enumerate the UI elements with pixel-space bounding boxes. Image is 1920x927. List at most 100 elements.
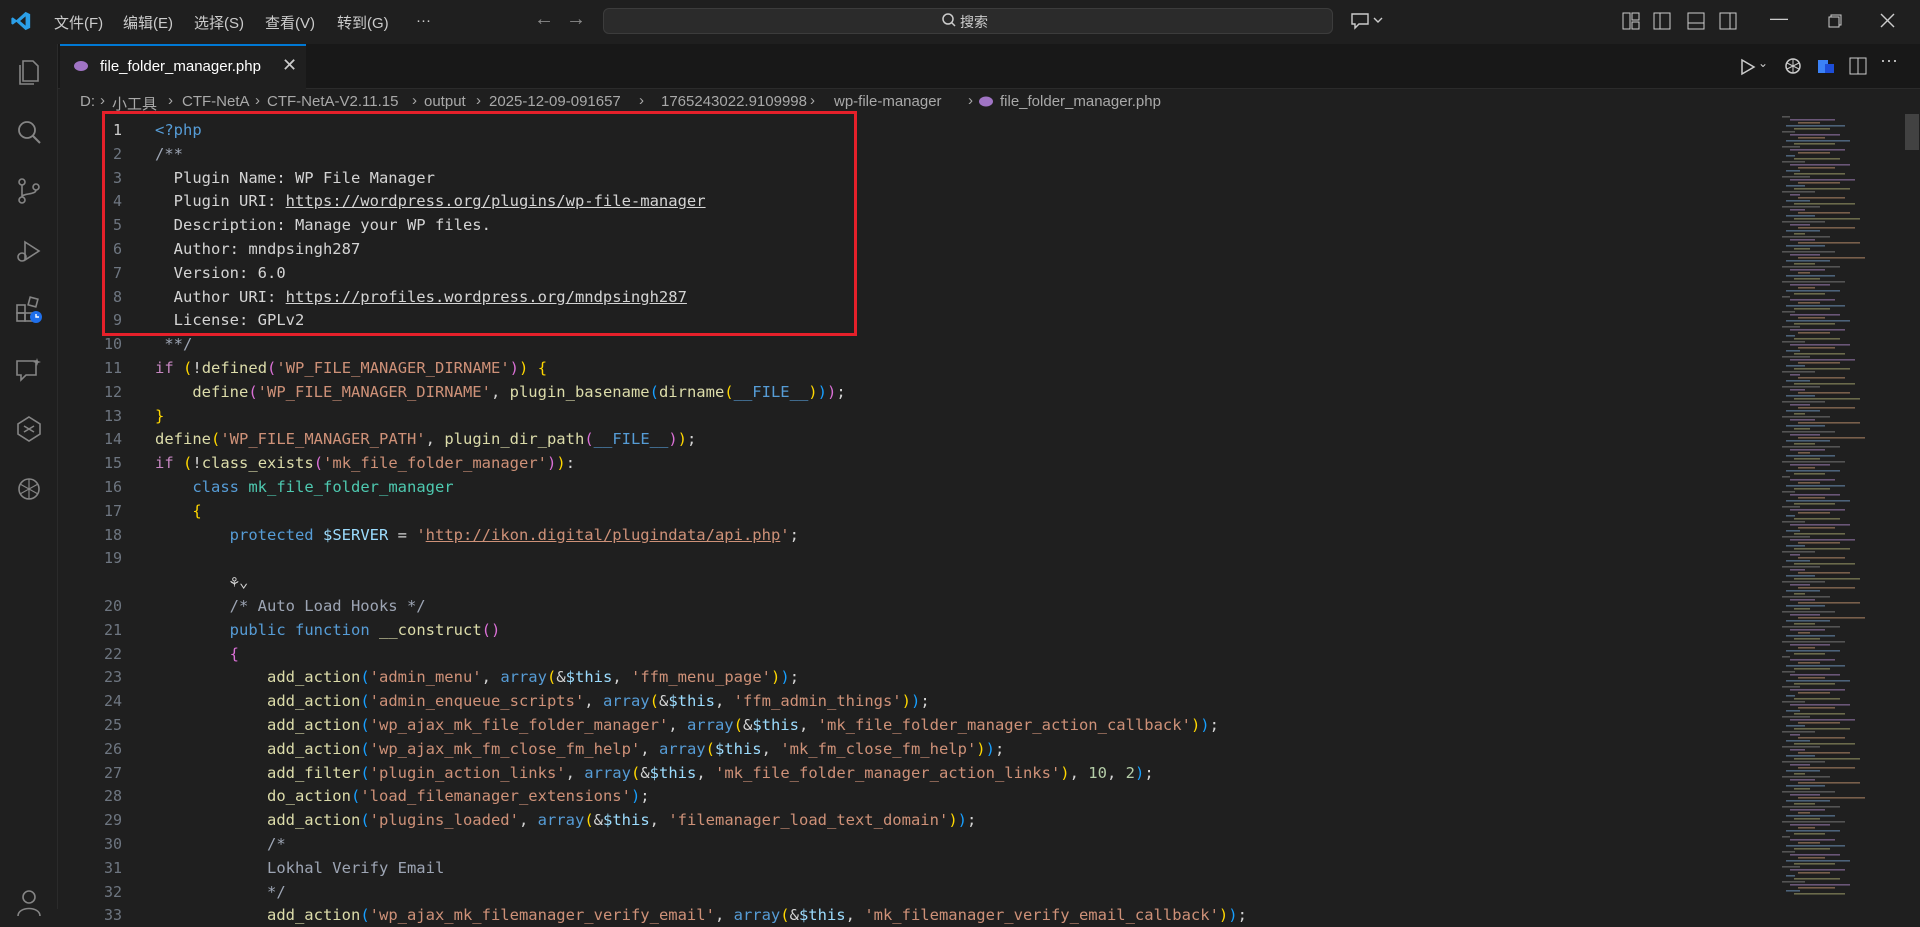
- minimap-line: [1794, 728, 1850, 730]
- code-line[interactable]: 25 add_action('wp_ajax_mk_file_folder_ma…: [58, 713, 1758, 737]
- minimap-line: [1786, 710, 1800, 712]
- minimap-line: [1790, 209, 1805, 211]
- code-line[interactable]: 26 add_action('wp_ajax_mk_fm_close_fm_he…: [58, 737, 1758, 761]
- code-line[interactable]: 32 */: [58, 880, 1758, 904]
- run-file-icon[interactable]: [1738, 57, 1758, 77]
- more-actions-icon[interactable]: ···: [1880, 50, 1898, 71]
- compare-icon[interactable]: [1816, 56, 1836, 76]
- copilot-icon[interactable]: [14, 414, 44, 444]
- minimap-line: [1782, 461, 1845, 463]
- run-and-debug-icon[interactable]: [14, 236, 44, 266]
- nav-back-icon[interactable]: ←: [534, 8, 554, 31]
- toggle-secondary-sidebar-icon[interactable]: [1719, 12, 1737, 30]
- tab-file-folder-manager[interactable]: file_folder_manager.php ✕: [60, 44, 306, 89]
- code-line[interactable]: 30 /*: [58, 832, 1758, 856]
- code-line[interactable]: 17 {: [58, 499, 1758, 523]
- code-line[interactable]: 29 add_action('plugins_loaded', array(&$…: [58, 808, 1758, 832]
- code-line[interactable]: 23 add_action('admin_menu', array(&$this…: [58, 665, 1758, 689]
- breadcrumb-item[interactable]: D:: [80, 93, 95, 110]
- line-number: 14: [103, 430, 122, 449]
- vscode-logo-icon[interactable]: [10, 10, 32, 32]
- split-editor-icon[interactable]: [1849, 57, 1867, 75]
- minimap-line: [1798, 317, 1825, 319]
- extensions-icon[interactable]: [14, 295, 44, 325]
- code-line[interactable]: 12 define('WP_FILE_MANAGER_DIRNAME', plu…: [58, 380, 1758, 404]
- menu-goto[interactable]: 转到(G): [337, 12, 389, 33]
- code-text: add_action('plugins_loaded', array(&$thi…: [266, 811, 977, 830]
- code-line[interactable]: 33 add_action('wp_ajax_mk_filemanager_ve…: [58, 903, 1758, 927]
- code-line[interactable]: 28 do_action('load_filemanager_extension…: [58, 784, 1758, 808]
- minimap-line: [1782, 521, 1805, 523]
- line-number: 24: [103, 692, 122, 711]
- menu-more[interactable]: ···: [416, 12, 431, 29]
- minimap-line: [1794, 818, 1820, 820]
- scrollbar-thumb[interactable]: [1905, 114, 1919, 150]
- menu-view[interactable]: 查看(V): [265, 12, 315, 33]
- code-line[interactable]: ⚘⌄: [58, 570, 1758, 594]
- code-line[interactable]: 13}: [58, 404, 1758, 428]
- toggle-primary-sidebar-icon[interactable]: [1653, 12, 1671, 30]
- code-line[interactable]: 19: [58, 546, 1758, 570]
- code-line[interactable]: 31 Lokhal Verify Email: [58, 856, 1758, 880]
- code-line[interactable]: 15 if (!class_exists('mk_file_folder_mana…: [58, 451, 1758, 475]
- minimap-line: [1790, 599, 1815, 601]
- minimap-line: [1782, 281, 1845, 283]
- close-tab-icon[interactable]: ✕: [282, 55, 297, 76]
- breadcrumb-item[interactable]: CTF-NetA: [182, 93, 250, 110]
- minimap-line: [1786, 155, 1795, 157]
- copilot-chat-icon[interactable]: [1350, 11, 1384, 31]
- minimap-line: [1794, 248, 1810, 250]
- code-line[interactable]: 27 add_filter('plugin_action_links', arr…: [58, 761, 1758, 785]
- minimap-line: [1786, 335, 1795, 337]
- code-line[interactable]: 16 class mk_file_folder_manager: [58, 475, 1758, 499]
- minimap-line: [1786, 635, 1835, 637]
- minimap-line: [1790, 569, 1805, 571]
- toggle-panel-icon[interactable]: [1687, 12, 1705, 30]
- php-file-icon: [74, 61, 88, 71]
- minimap-line: [1782, 731, 1815, 733]
- breadcrumb-item[interactable]: CTF-NetA-V2.11.15: [267, 93, 398, 110]
- minimap-line: [1794, 488, 1830, 490]
- menu-selection[interactable]: 选择(S): [194, 12, 244, 33]
- minimap-line: [1790, 119, 1835, 121]
- minimap-line: [1782, 776, 1830, 778]
- menu-file[interactable]: 文件(F): [54, 12, 103, 33]
- code-line[interactable]: 14 define('WP_FILE_MANAGER_PATH', plugin_…: [58, 427, 1758, 451]
- minimize-window-icon[interactable]: —: [1770, 8, 1788, 29]
- code-line[interactable]: 22 {: [58, 642, 1758, 666]
- restore-window-icon[interactable]: [1828, 14, 1842, 28]
- chat-icon[interactable]: [14, 355, 44, 385]
- chatgpt-icon[interactable]: [1783, 56, 1803, 76]
- close-window-icon[interactable]: [1880, 13, 1895, 28]
- openai-icon[interactable]: [14, 474, 44, 504]
- code-line[interactable]: 18 protected $SERVER = 'http://ikon.digi…: [58, 523, 1758, 547]
- code-line[interactable]: 21 public function __construct(): [58, 618, 1758, 642]
- breadcrumb-item[interactable]: file_folder_manager.php: [1000, 93, 1161, 110]
- minimap-line: [1794, 233, 1805, 235]
- nav-forward-icon[interactable]: →: [566, 8, 586, 31]
- minimap-line: [1790, 809, 1825, 811]
- source-control-icon[interactable]: [14, 176, 44, 206]
- minimap-line: [1782, 431, 1835, 433]
- search-view-icon[interactable]: [14, 117, 44, 147]
- breadcrumb-item[interactable]: output: [424, 93, 466, 110]
- code-line[interactable]: 24 add_action('admin_enqueue_scripts', a…: [58, 689, 1758, 713]
- account-icon[interactable]: [14, 886, 44, 916]
- line-number: 32: [103, 882, 122, 901]
- minimap-line: [1798, 782, 1860, 784]
- run-dropdown-icon[interactable]: ⌄: [1758, 56, 1768, 70]
- code-line[interactable]: 11 if (!defined('WP_FILE_MANAGER_DIRNAME'…: [58, 356, 1758, 380]
- minimap[interactable]: [1780, 114, 1905, 909]
- menu-edit[interactable]: 编辑(E): [123, 12, 173, 33]
- minimap-line: [1790, 344, 1850, 346]
- vertical-scrollbar[interactable]: [1905, 114, 1920, 909]
- breadcrumb-item[interactable]: 1765243022.9109998: [661, 93, 807, 110]
- code-line[interactable]: 20 /* Auto Load Hooks */: [58, 594, 1758, 618]
- minimap-line: [1798, 167, 1835, 169]
- explorer-icon[interactable]: [14, 57, 44, 87]
- breadcrumb-item[interactable]: wp-file-manager: [834, 93, 942, 110]
- minimap-line: [1790, 359, 1855, 361]
- breadcrumb-item[interactable]: 2025-12-09-091657: [489, 93, 621, 110]
- customize-layout-icon[interactable]: [1622, 12, 1640, 30]
- minimap-line: [1790, 404, 1810, 406]
